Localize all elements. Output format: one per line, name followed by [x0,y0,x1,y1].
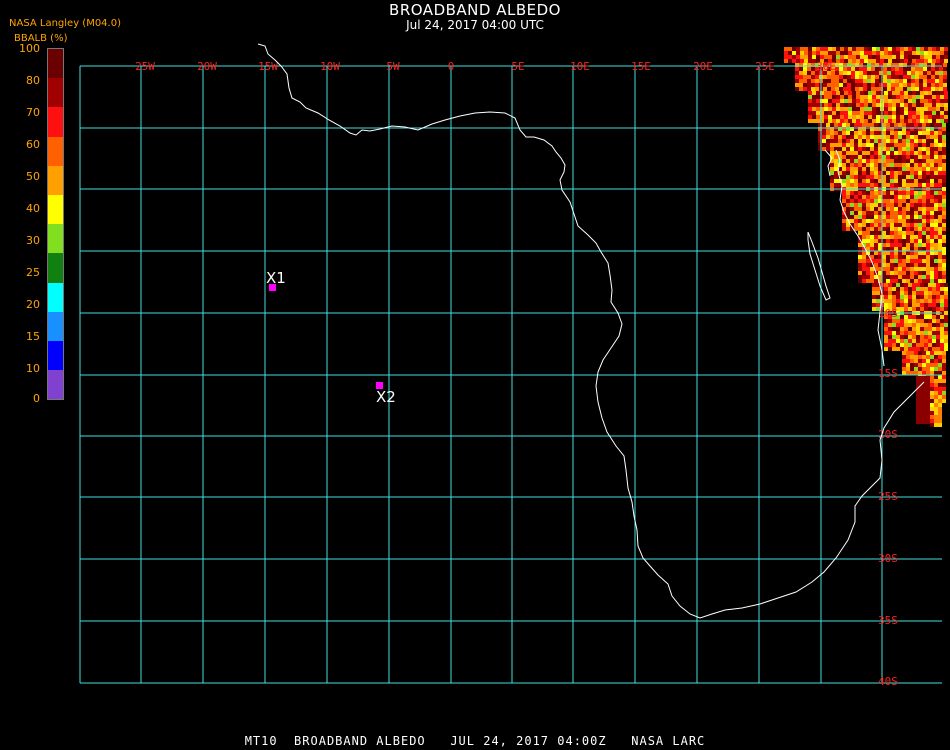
longitude-label: 25W [135,60,155,73]
latitude-label: 35S [878,614,898,627]
longitude-label: 20W [197,60,217,73]
longitude-label: 15E [631,60,651,73]
satellite-albedo-swath [784,47,948,427]
footer-caption: MT10 BROADBAND ALBEDO JUL 24, 2017 04:00… [244,734,706,748]
lat-lon-grid: 25W 20W 15W 10W 5W 0 5E 10E 15E 20E 25E 30E 10S 15S 20… [79,60,942,688]
latitude-label: 20S [878,428,898,441]
latitude-label: 15S [878,367,898,380]
latitude-label: 40S [878,675,898,688]
marker-label: X2 [376,388,396,406]
longitude-label: 5W [386,60,400,73]
longitude-label: 20E [693,60,713,73]
latitude-label: 10S [878,307,898,320]
longitude-label: 10W [320,60,340,73]
longitude-label: 25E [755,60,775,73]
longitude-label: 15W [258,60,278,73]
marker-label: X1 [266,269,286,287]
albedo-map[interactable]: 25W 20W 15W 10W 5W 0 5E 10E 15E 20E 25E 30E 10S 15S 20… [0,0,950,750]
latitude-label: 30S [878,552,898,565]
longitude-label: 5E [511,60,524,73]
longitude-label: 30E [816,60,836,73]
latitude-label: 25S [878,490,898,503]
point-markers: X1 X2 [266,269,396,406]
longitude-label: 10E [570,60,590,73]
longitude-label: 0 [448,60,455,73]
